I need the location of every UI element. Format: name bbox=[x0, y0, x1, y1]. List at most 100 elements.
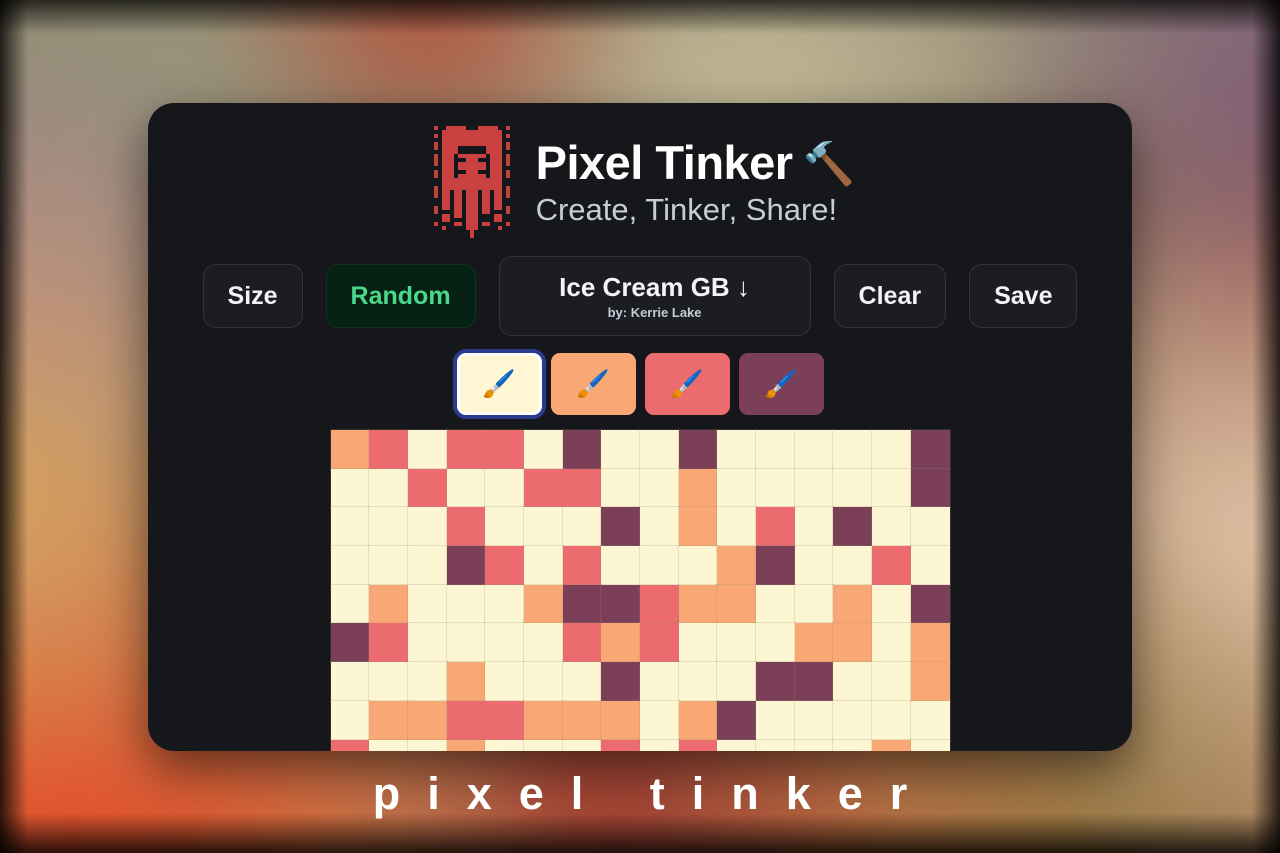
pixel-cell[interactable] bbox=[330, 584, 370, 624]
pixel-cell[interactable] bbox=[755, 429, 796, 470]
pixel-cell[interactable] bbox=[562, 545, 602, 586]
pixel-cell[interactable] bbox=[716, 506, 757, 547]
pixel-cell[interactable] bbox=[600, 700, 641, 740]
pixel-cell[interactable] bbox=[871, 739, 912, 751]
pixel-cell[interactable] bbox=[446, 506, 486, 547]
pixel-cell[interactable] bbox=[407, 468, 448, 508]
pixel-cell[interactable] bbox=[678, 429, 718, 470]
pixel-cell[interactable] bbox=[755, 584, 796, 624]
pixel-cell[interactable] bbox=[639, 506, 680, 547]
pixel-cell[interactable] bbox=[832, 622, 873, 663]
pixel-cell[interactable] bbox=[794, 468, 834, 508]
pixel-cell[interactable] bbox=[794, 429, 834, 470]
pixel-cell[interactable] bbox=[755, 468, 796, 508]
pixel-cell[interactable] bbox=[678, 468, 718, 508]
pixel-cell[interactable] bbox=[639, 429, 680, 470]
pixel-cell[interactable] bbox=[484, 622, 525, 663]
pixel-cell[interactable] bbox=[832, 429, 873, 470]
pixel-cell[interactable] bbox=[600, 739, 641, 751]
pixel-cell[interactable] bbox=[716, 584, 757, 624]
pixel-cell[interactable] bbox=[600, 661, 641, 702]
pixel-cell[interactable] bbox=[871, 622, 912, 663]
pixel-cell[interactable] bbox=[832, 584, 873, 624]
pixel-cell[interactable] bbox=[407, 584, 448, 624]
pixel-cell[interactable] bbox=[678, 661, 718, 702]
pixel-cell[interactable] bbox=[523, 700, 564, 740]
pixel-cell[interactable] bbox=[716, 700, 757, 740]
pixel-cell[interactable] bbox=[407, 700, 448, 740]
pixel-cell[interactable] bbox=[446, 739, 486, 751]
swatch-red[interactable]: 🖌️ bbox=[644, 353, 730, 415]
pixel-cell[interactable] bbox=[910, 700, 950, 740]
pixel-cell[interactable] bbox=[562, 429, 602, 470]
pixel-cell[interactable] bbox=[910, 622, 950, 663]
palette-selector-button[interactable]: Ice Cream GB ↓ by: Kerrie Lake bbox=[498, 256, 811, 336]
pixel-cell[interactable] bbox=[871, 584, 912, 624]
pixel-cell[interactable] bbox=[562, 622, 602, 663]
pixel-cell[interactable] bbox=[832, 739, 873, 751]
pixel-cell[interactable] bbox=[368, 545, 409, 586]
pixel-cell[interactable] bbox=[330, 429, 370, 470]
pixel-cell[interactable] bbox=[523, 506, 564, 547]
pixel-cell[interactable] bbox=[910, 545, 950, 586]
pixel-cell[interactable] bbox=[832, 506, 873, 547]
random-button[interactable]: Random bbox=[325, 264, 476, 328]
pixel-cell[interactable] bbox=[910, 739, 950, 751]
pixel-cell[interactable] bbox=[523, 739, 564, 751]
pixel-cell[interactable] bbox=[446, 700, 486, 740]
pixel-cell[interactable] bbox=[678, 700, 718, 740]
pixel-cell[interactable] bbox=[755, 661, 796, 702]
pixel-cell[interactable] bbox=[484, 584, 525, 624]
pixel-cell[interactable] bbox=[523, 661, 564, 702]
pixel-cell[interactable] bbox=[871, 506, 912, 547]
pixel-cell[interactable] bbox=[368, 700, 409, 740]
pixel-cell[interactable] bbox=[368, 584, 409, 624]
pixel-cell[interactable] bbox=[446, 584, 486, 624]
pixel-cell[interactable] bbox=[562, 739, 602, 751]
pixel-cell[interactable] bbox=[678, 506, 718, 547]
pixel-cell[interactable] bbox=[832, 545, 873, 586]
pixel-cell[interactable] bbox=[407, 506, 448, 547]
pixel-cell[interactable] bbox=[639, 468, 680, 508]
pixel-cell[interactable] bbox=[871, 468, 912, 508]
pixel-cell[interactable] bbox=[639, 622, 680, 663]
pixel-cell[interactable] bbox=[794, 622, 834, 663]
pixel-cell[interactable] bbox=[330, 739, 370, 751]
pixel-cell[interactable] bbox=[832, 700, 873, 740]
pixel-cell[interactable] bbox=[407, 622, 448, 663]
pixel-cell[interactable] bbox=[639, 700, 680, 740]
pixel-cell[interactable] bbox=[832, 661, 873, 702]
pixel-cell[interactable] bbox=[484, 700, 525, 740]
pixel-cell[interactable] bbox=[368, 468, 409, 508]
pixel-cell[interactable] bbox=[562, 661, 602, 702]
pixel-cell[interactable] bbox=[716, 739, 757, 751]
pixel-cell[interactable] bbox=[910, 506, 950, 547]
pixel-cell[interactable] bbox=[755, 700, 796, 740]
pixel-cell[interactable] bbox=[368, 622, 409, 663]
pixel-cell[interactable] bbox=[407, 429, 448, 470]
pixel-cell[interactable] bbox=[446, 429, 486, 470]
pixel-cell[interactable] bbox=[600, 584, 641, 624]
pixel-cell[interactable] bbox=[446, 661, 486, 702]
pixel-cell[interactable] bbox=[523, 429, 564, 470]
pixel-cell[interactable] bbox=[484, 468, 525, 508]
save-button[interactable]: Save bbox=[969, 264, 1078, 328]
pixel-cell[interactable] bbox=[639, 545, 680, 586]
pixel-cell[interactable] bbox=[871, 700, 912, 740]
pixel-cell[interactable] bbox=[755, 739, 796, 751]
pixel-cell[interactable] bbox=[794, 700, 834, 740]
swatch-orange[interactable]: 🖌️ bbox=[550, 353, 636, 415]
pixel-cell[interactable] bbox=[523, 468, 564, 508]
pixel-cell[interactable] bbox=[794, 584, 834, 624]
pixel-cell[interactable] bbox=[562, 584, 602, 624]
pixel-cell[interactable] bbox=[330, 506, 370, 547]
pixel-cell[interactable] bbox=[407, 545, 448, 586]
pixel-cell[interactable] bbox=[523, 622, 564, 663]
pixel-cell[interactable] bbox=[716, 545, 757, 586]
pixel-cell[interactable] bbox=[368, 661, 409, 702]
pixel-cell[interactable] bbox=[871, 429, 912, 470]
pixel-cell[interactable] bbox=[794, 661, 834, 702]
pixel-cell[interactable] bbox=[678, 584, 718, 624]
pixel-cell[interactable] bbox=[871, 545, 912, 586]
pixel-cell[interactable] bbox=[368, 506, 409, 547]
